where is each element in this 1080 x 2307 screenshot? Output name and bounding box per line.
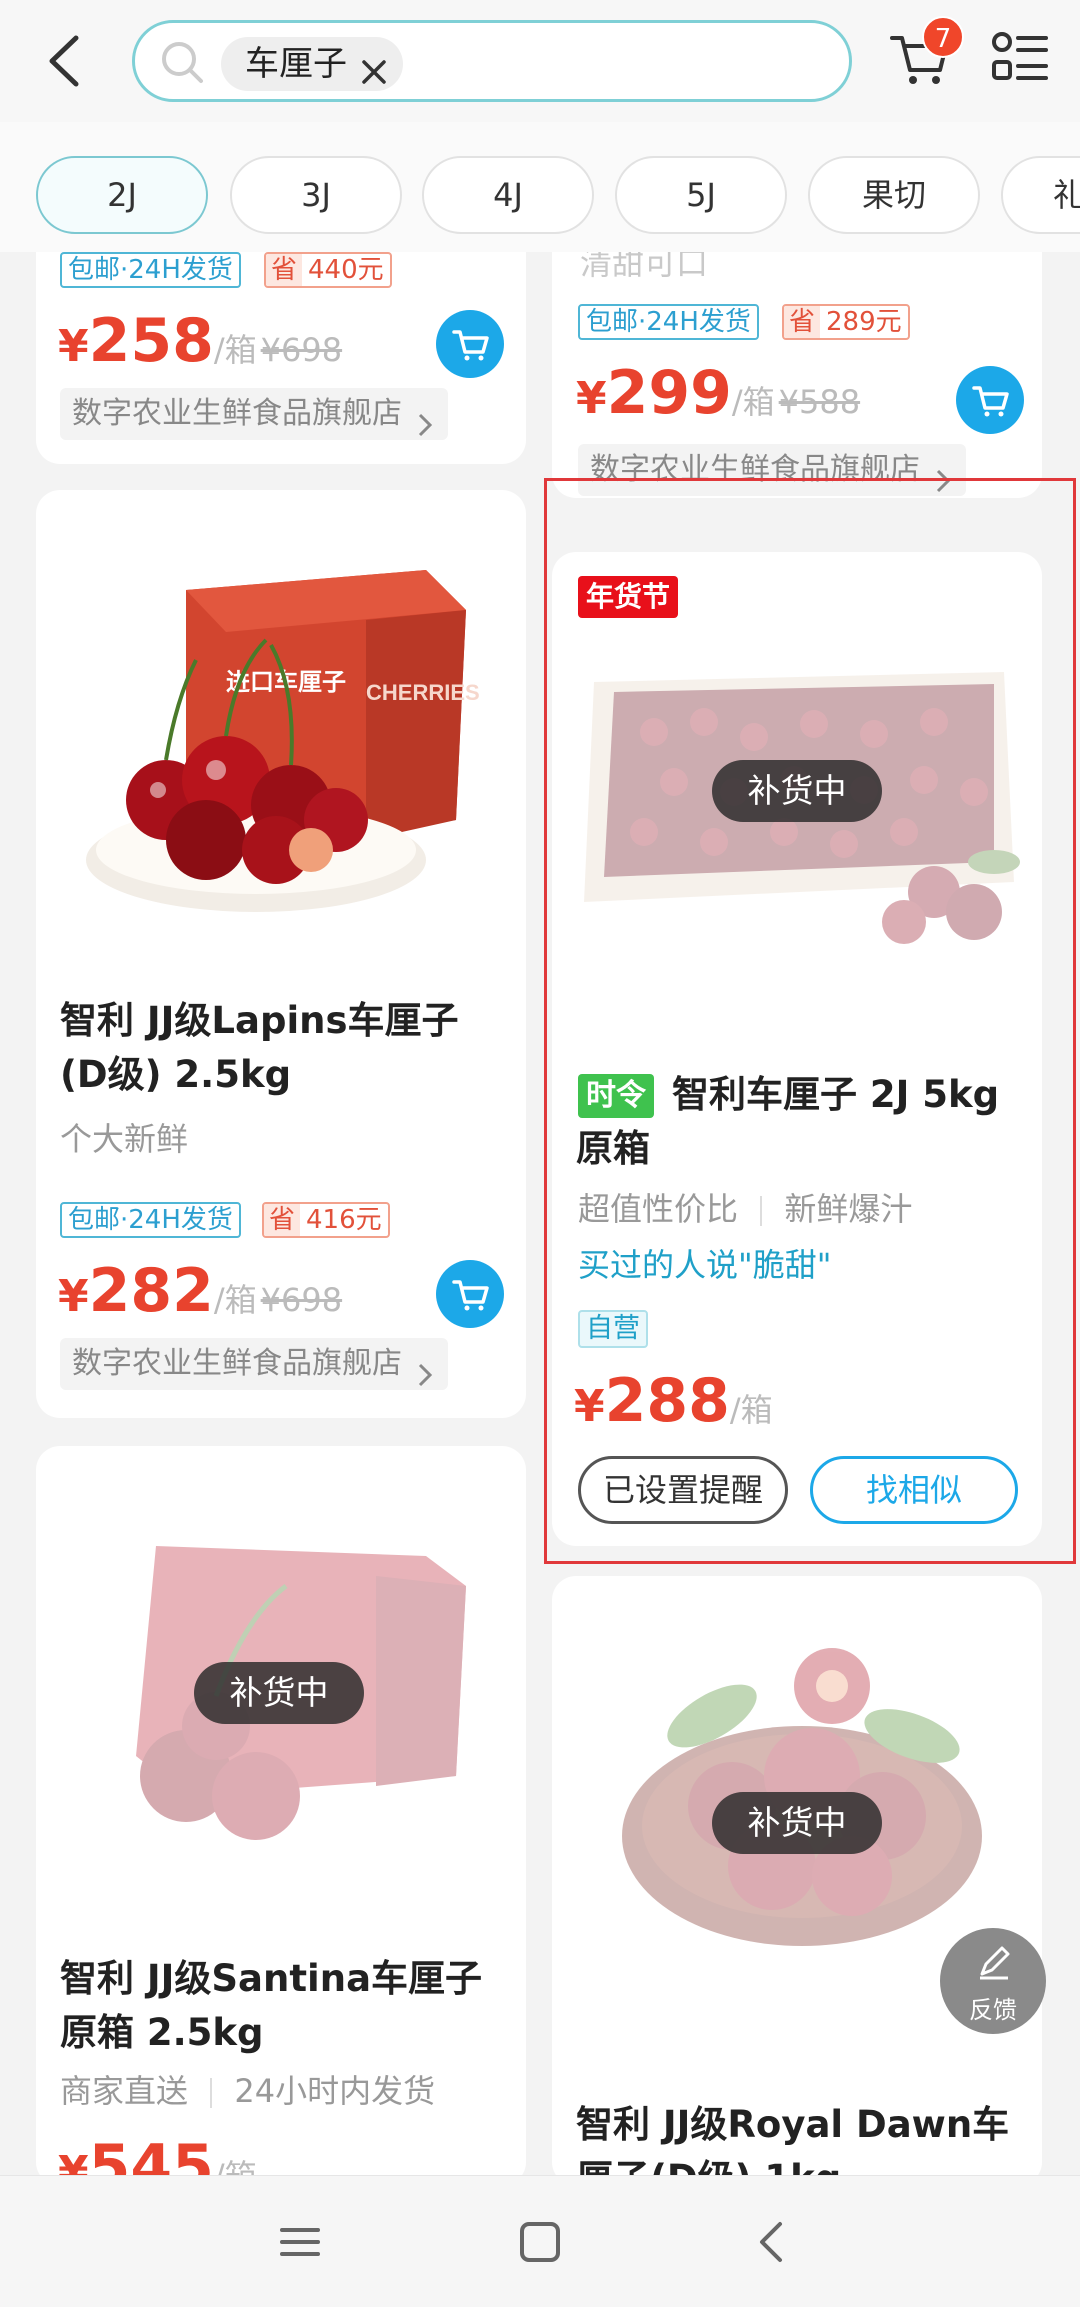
feature-direct-ship: 商家直送: [60, 2072, 189, 2110]
grade-filter-tabs: 2J 3J 4J 5J 果切 礼: [0, 122, 1080, 252]
product-title: 智利 JJ级Lapins车厘子(D级) 2.5kg: [60, 999, 459, 1096]
highlight-frame: [544, 478, 1076, 1564]
add-to-cart-button[interactable]: [956, 366, 1024, 434]
store-link[interactable]: 数字农业生鲜食品旗舰店: [60, 1338, 448, 1390]
savings-amount: 416元: [306, 1205, 382, 1235]
currency-symbol: ¥: [576, 373, 607, 424]
price: ¥282/箱 ¥698: [58, 1256, 342, 1326]
home-icon[interactable]: [508, 2210, 572, 2274]
savings-badge: 省 416元: [262, 1202, 390, 1238]
original-price: ¥698: [260, 331, 343, 369]
savings-amount: 440元: [308, 255, 384, 285]
category-menu-icon[interactable]: [990, 28, 1050, 88]
savings-badge: 省 440元: [264, 252, 392, 288]
savings-label: 省: [784, 306, 821, 338]
original-price: ¥698: [260, 1281, 343, 1319]
savings-label: 省: [266, 254, 303, 286]
price-value: 258: [88, 306, 214, 376]
tab-2j[interactable]: 2J: [36, 156, 208, 234]
currency-symbol: ¥: [58, 1271, 89, 1322]
system-nav-bar: [0, 2175, 1080, 2307]
search-query-chip[interactable]: 车厘子: [221, 37, 403, 91]
price-value: 282: [88, 1256, 214, 1326]
store-name: 数字农业生鲜食品旗舰店: [72, 396, 402, 431]
product-card-lapins[interactable]: CHERRIES 进口车厘子 智利 JJ级Lapins车厘子(D级) 2.5kg…: [36, 490, 526, 1418]
feedback-button[interactable]: 反馈: [940, 1928, 1046, 2034]
feedback-label: 反馈: [969, 1996, 1017, 2024]
restock-badge: 补货中: [712, 1792, 882, 1854]
shipping-badge: 包邮·24H发货: [578, 304, 759, 340]
original-price: ¥588: [778, 383, 861, 421]
add-to-cart-button[interactable]: [436, 1260, 504, 1328]
back-icon[interactable]: [38, 28, 98, 94]
savings-badge: 省 289元: [782, 304, 910, 340]
shipping-badge: 包邮·24H发货: [60, 252, 241, 288]
cart-count-badge: 7: [922, 16, 964, 58]
menu-icon[interactable]: [268, 2210, 332, 2274]
product-title: 智利 JJ级Royal Dawn车厘子(D级) 1kg: [576, 2103, 1010, 2186]
add-to-cart-button[interactable]: [436, 310, 504, 378]
tab-gift[interactable]: 礼: [1001, 156, 1080, 234]
search-query-text: 车厘子: [245, 44, 347, 84]
tab-4j[interactable]: 4J: [422, 156, 594, 234]
search-input[interactable]: 车厘子: [132, 20, 852, 102]
chevron-right-icon: [414, 1352, 436, 1387]
product-card-santina[interactable]: 补货中 智利 JJ级Santina车厘子原箱 2.5kg 商家直送 24小时内发…: [36, 1446, 526, 2186]
tab-fruit-cut[interactable]: 果切: [808, 156, 980, 234]
product-title: 智利 JJ级Santina车厘子原箱 2.5kg: [60, 1957, 483, 2054]
product-image: CHERRIES 进口车厘子: [66, 550, 486, 930]
pencil-icon: [980, 1946, 1010, 1980]
divider: [210, 2078, 213, 2108]
product-subtitle: 个大新鲜: [60, 1120, 189, 1158]
product-card-top-right[interactable]: 清甜可口 包邮·24H发货 省 289元 ¥299/箱 ¥588 数字农业生鲜食品旗…: [552, 252, 1042, 498]
price-unit: /箱: [731, 383, 775, 421]
price: ¥299/箱 ¥588: [576, 358, 860, 428]
price-unit: /箱: [213, 331, 257, 369]
price: ¥258/箱 ¥698: [58, 306, 342, 376]
price-value: 299: [606, 358, 732, 428]
close-icon[interactable]: [359, 49, 389, 84]
product-card-top-left[interactable]: 包邮·24H发货 省 440元 ¥258/箱 ¥698 数字农业生鲜食品旗舰店: [36, 252, 526, 464]
top-bar: 车厘子 7: [0, 0, 1080, 122]
store-name: 数字农业生鲜食品旗舰店: [72, 1346, 402, 1381]
product-card-royal-dawn[interactable]: 补货中 智利 JJ级Royal Dawn车厘子(D级) 1kg: [552, 1576, 1042, 2186]
tab-3j[interactable]: 3J: [230, 156, 402, 234]
shipping-badge: 包邮·24H发货: [60, 1202, 241, 1238]
back-nav-icon[interactable]: [740, 2210, 804, 2274]
savings-label: 省: [264, 1204, 301, 1236]
chevron-right-icon: [414, 402, 436, 437]
savings-amount: 289元: [826, 307, 902, 337]
product-subtitle: 清甜可口: [580, 252, 709, 282]
feature-24h: 24小时内发货: [234, 2072, 436, 2110]
store-link[interactable]: 数字农业生鲜食品旗舰店: [60, 388, 448, 440]
box-brand-text: CHERRIES: [366, 680, 480, 705]
feature-list: 商家直送 24小时内发货: [60, 2066, 435, 2112]
product-image: [612, 1606, 992, 1966]
restock-badge: 补货中: [194, 1662, 364, 1724]
currency-symbol: ¥: [58, 321, 89, 372]
price-unit: /箱: [213, 1281, 257, 1319]
tab-5j[interactable]: 5J: [615, 156, 787, 234]
search-icon: [159, 39, 205, 85]
